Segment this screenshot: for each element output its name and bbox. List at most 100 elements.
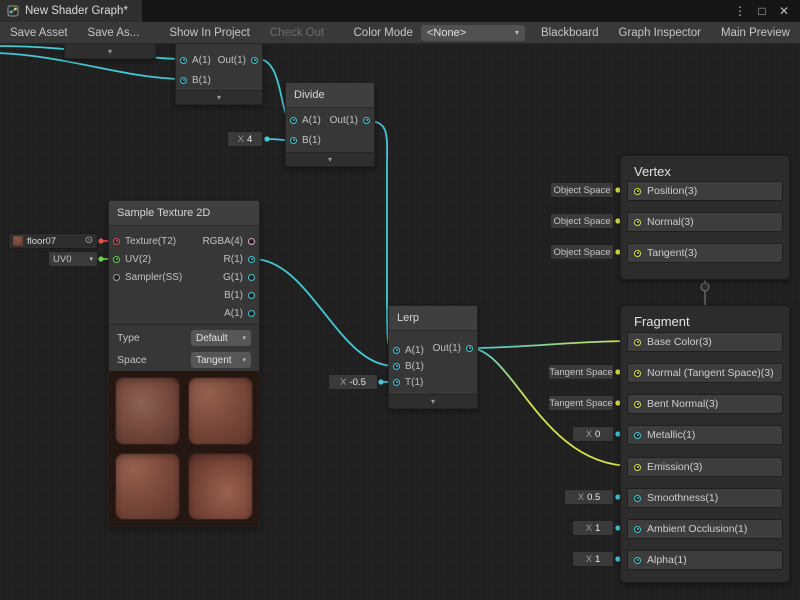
preview-tile (188, 453, 253, 521)
chip-object-space[interactable]: Object Space (550, 244, 614, 260)
port-normal[interactable] (634, 219, 641, 226)
metallic-value-field[interactable]: X 0 (572, 426, 614, 442)
port-partial-b[interactable] (180, 77, 187, 84)
main-preview-toggle[interactable]: Main Preview (711, 22, 800, 43)
vertex-row-tangent[interactable]: Tangent(3) (627, 243, 783, 263)
port-ambient-occlusion[interactable] (634, 526, 641, 533)
block-connector[interactable] (701, 283, 709, 291)
maximize-icon[interactable]: □ (754, 4, 770, 18)
fragment-block[interactable]: Fragment Base Color(3) Normal (Tangent S… (620, 305, 790, 583)
port-partial-a[interactable] (180, 57, 187, 64)
x-value[interactable]: 0.5 (587, 492, 600, 503)
ambient-occlusion-value-field[interactable]: X 1 (572, 520, 614, 536)
graph-canvas[interactable]: ▾ A(1) B(1) Out(1) ▾ Divide A(1) (0, 44, 800, 600)
chip-object-space[interactable]: Object Space (550, 182, 614, 198)
port-divide-b[interactable] (290, 137, 297, 144)
vertex-row-normal[interactable]: Normal(3) (627, 212, 783, 232)
fragment-row-bent-normal[interactable]: Bent Normal(3) (627, 394, 783, 414)
fragment-row-ambient-occlusion[interactable]: Ambient Occlusion(1) (627, 519, 783, 539)
lerp-t-value-field[interactable]: X -0.5 (328, 374, 378, 390)
port-lerp-out[interactable] (466, 345, 473, 352)
texture-object-field[interactable]: floor07 ⊙ (8, 233, 98, 249)
show-in-project-button[interactable]: Show In Project (159, 22, 260, 43)
document-tab[interactable]: New Shader Graph* (0, 0, 142, 22)
object-picker-icon[interactable]: ⊙ (85, 236, 93, 246)
port-b1[interactable] (248, 292, 255, 299)
port-uv2[interactable] (113, 256, 120, 263)
uv0-connector-dot[interactable] (98, 256, 103, 261)
port-g1[interactable] (248, 274, 255, 281)
chip-object-space[interactable]: Object Space (550, 213, 614, 229)
save-as-button[interactable]: Save As... (78, 22, 150, 43)
port-lerp-a[interactable] (393, 347, 400, 354)
save-asset-button[interactable]: Save Asset (0, 22, 78, 43)
port-a1[interactable] (248, 310, 255, 317)
alpha-value-field[interactable]: X 1 (572, 551, 614, 567)
port-lerp-b[interactable] (393, 363, 400, 370)
node-divide[interactable]: Divide A(1) B(1) Out(1) ▾ (285, 82, 375, 167)
chip-tangent-space[interactable]: Tangent Space (548, 395, 614, 411)
fragment-row-normal-ts[interactable]: Normal (Tangent Space)(3) (627, 363, 783, 383)
port-lerp-t[interactable] (393, 379, 400, 386)
x-value[interactable]: 0 (595, 429, 600, 440)
expander-chevron[interactable]: ▾ (176, 90, 262, 104)
port-partial-out[interactable] (251, 57, 258, 64)
port-metallic[interactable] (634, 432, 641, 439)
port-tangent[interactable] (634, 250, 641, 257)
port-alpha[interactable] (634, 557, 641, 564)
port-normal-tangent-space[interactable] (634, 370, 641, 377)
type-dropdown[interactable]: Default ▾ (191, 330, 251, 346)
x4-connector-dot[interactable] (264, 136, 269, 141)
smoothness-value-field[interactable]: X 0.5 (564, 489, 614, 505)
fragment-row-base-color[interactable]: Base Color(3) (627, 332, 783, 352)
node-partial[interactable]: A(1) B(1) Out(1) ▾ (175, 44, 263, 105)
xneg05-connector-dot[interactable] (378, 379, 383, 384)
collapsed-node-stub[interactable]: ▾ (64, 44, 156, 59)
space-dropdown[interactable]: Tangent ▾ (191, 352, 251, 368)
node-title[interactable]: Lerp (389, 306, 477, 331)
fragment-row-metallic[interactable]: Metallic(1) (627, 425, 783, 445)
node-title[interactable]: Sample Texture 2D (109, 201, 259, 226)
graph-inspector-toggle[interactable]: Graph Inspector (609, 22, 711, 43)
x-value[interactable]: 1 (595, 523, 600, 534)
port-sampler-ss[interactable] (113, 274, 120, 281)
node-sample-texture-2d[interactable]: Sample Texture 2D Texture(T2) UV(2) Samp… (108, 200, 260, 527)
x-value[interactable]: 4 (247, 134, 252, 145)
expander-chevron[interactable]: ▾ (286, 152, 374, 166)
port-bent-normal[interactable] (634, 401, 641, 408)
fragment-row-emission[interactable]: Emission(3) (627, 457, 783, 477)
chip-tangent-space[interactable]: Tangent Space (548, 364, 614, 380)
port-r1[interactable] (248, 256, 255, 263)
port-divide-a[interactable] (290, 117, 297, 124)
x-value[interactable]: 1 (595, 554, 600, 565)
kebab-menu-icon[interactable]: ⋮ (732, 4, 748, 18)
port-label: B(1) (302, 135, 321, 146)
node-title[interactable]: Divide (286, 83, 374, 108)
port-smoothness[interactable] (634, 495, 641, 502)
port-rgba4[interactable] (248, 238, 255, 245)
edge-sample-r-to-lerp-b[interactable] (253, 259, 394, 366)
vertex-block[interactable]: Vertex Position(3) Normal(3) Tangent(3) (620, 155, 790, 280)
uv-channel-dropdown[interactable]: UV0 ▾ (48, 251, 98, 267)
divide-b-value-field[interactable]: X 4 (227, 131, 263, 147)
fragment-row-smoothness[interactable]: Smoothness(1) (627, 488, 783, 508)
vertex-row-position[interactable]: Position(3) (627, 181, 783, 201)
port-texture-t2[interactable] (113, 238, 120, 245)
expander-chevron[interactable]: ▾ (389, 394, 477, 408)
port-base-color[interactable] (634, 339, 641, 346)
floor07-connector-dot[interactable] (98, 238, 103, 243)
x-value[interactable]: -0.5 (349, 377, 365, 388)
blackboard-toggle[interactable]: Blackboard (531, 22, 609, 43)
expander-chevron[interactable]: ▾ (65, 44, 155, 58)
fragment-row-alpha[interactable]: Alpha(1) (627, 550, 783, 570)
color-mode-dropdown[interactable]: <None> ▾ (421, 25, 525, 41)
window-controls: ⋮ □ ✕ (732, 4, 800, 18)
port-divide-out[interactable] (363, 117, 370, 124)
node-lerp[interactable]: Lerp A(1) B(1) T(1) Out(1) ▾ (388, 305, 478, 409)
port-position[interactable] (634, 188, 641, 195)
close-icon[interactable]: ✕ (776, 4, 792, 18)
port-emission[interactable] (634, 464, 641, 471)
port-label: B(1) (192, 75, 211, 86)
color-mode-label: Color Mode (344, 27, 421, 39)
edge-lerp-to-base-color[interactable] (471, 341, 632, 348)
